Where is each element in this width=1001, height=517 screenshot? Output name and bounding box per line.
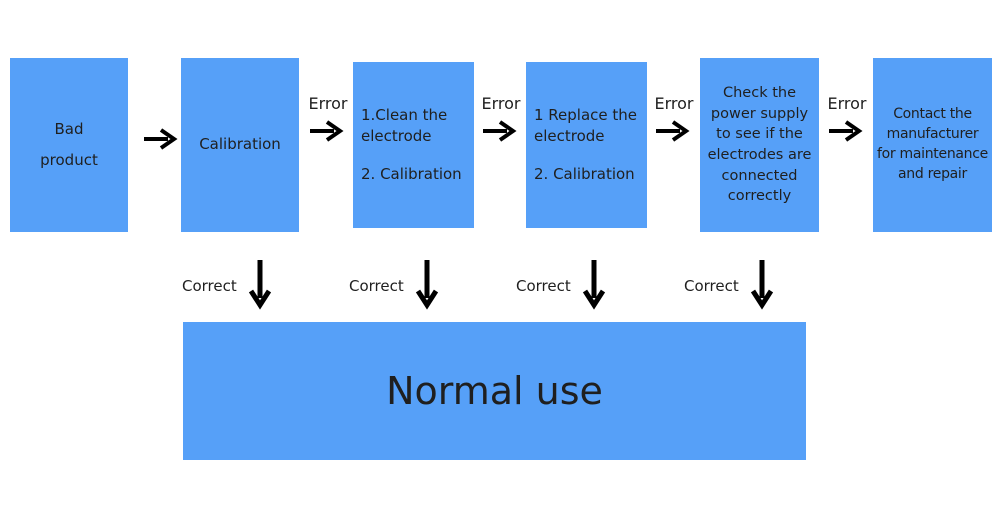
box-line: product xyxy=(40,151,98,169)
connector-error-replace-to-check-power: Error xyxy=(647,96,701,144)
box-line: Contact the xyxy=(893,106,972,123)
box-line: for maintenance xyxy=(877,146,988,162)
terminal-label: Normal use xyxy=(386,369,603,413)
connector-label-correct: Correct xyxy=(684,276,739,295)
box-line: Check the xyxy=(722,85,796,102)
terminal-box-normal-use[interactable]: Normal use xyxy=(183,322,806,460)
flowchart-canvas: Bad product Calibration 1.Clean the elec… xyxy=(0,0,1001,517)
connector-error-clean-to-replace: Error xyxy=(474,96,528,144)
box-line: correctly xyxy=(727,188,792,205)
connector-label-correct: Correct xyxy=(349,276,404,295)
process-box-calibration[interactable]: Calibration xyxy=(181,58,299,232)
box-line: Calibration xyxy=(199,135,281,154)
arrow-right-icon xyxy=(144,128,178,150)
arrow-right-icon xyxy=(829,120,863,142)
box-line: 1.Clean the xyxy=(361,106,448,125)
connector-correct-replace-to-normal-use: Correct xyxy=(516,258,607,314)
box-line: power supply xyxy=(710,105,809,122)
arrow-right-icon xyxy=(483,120,517,142)
process-box-bad-product[interactable]: Bad product xyxy=(10,58,128,232)
arrow-down-icon xyxy=(415,260,438,310)
process-box-check-power-supply[interactable]: Check the power supply to see if the ele… xyxy=(700,58,819,232)
connector-correct-clean-to-normal-use: Correct xyxy=(349,258,440,314)
arrow-right-icon xyxy=(310,120,344,142)
connector-label-error: Error xyxy=(481,94,521,113)
connector-correct-calibration-to-normal-use: Correct xyxy=(182,258,273,314)
box-line: and repair xyxy=(898,165,967,182)
arrow-right-icon xyxy=(656,120,690,142)
connector-label-correct: Correct xyxy=(516,276,571,295)
connector-label-error: Error xyxy=(654,94,694,113)
box-line: to see if the xyxy=(716,126,803,143)
box-line: manufacturer xyxy=(886,126,979,143)
box-line: 1 Replace the xyxy=(534,106,638,125)
process-box-clean-electrode[interactable]: 1.Clean the electrode 2. Calibration xyxy=(353,62,474,228)
arrow-down-icon xyxy=(248,260,271,310)
box-line: 2. Calibration xyxy=(534,164,635,183)
box-line: electrode xyxy=(361,127,432,146)
box-line: electrode xyxy=(534,127,605,146)
process-box-contact-manufacturer[interactable]: Contact the manufacturer for maintenance… xyxy=(873,58,992,232)
connector-error-calibration-to-clean: Error xyxy=(301,96,355,144)
process-box-replace-electrode[interactable]: 1 Replace the electrode 2. Calibration xyxy=(526,62,647,228)
box-line: connected xyxy=(721,167,798,184)
connector-label-error: Error xyxy=(308,94,348,113)
connector-bad-product-to-calibration xyxy=(135,126,189,152)
arrow-down-icon xyxy=(582,260,605,310)
connector-label-correct: Correct xyxy=(182,276,237,295)
box-line: 2. Calibration xyxy=(361,164,462,183)
connector-error-check-power-to-contact: Error xyxy=(820,96,874,144)
box-line: electrodes are xyxy=(707,147,812,163)
connector-correct-check-power-to-normal-use: Correct xyxy=(684,258,775,314)
arrow-down-icon xyxy=(750,260,773,310)
box-line: Bad xyxy=(54,119,84,138)
connector-label-error: Error xyxy=(827,94,867,113)
